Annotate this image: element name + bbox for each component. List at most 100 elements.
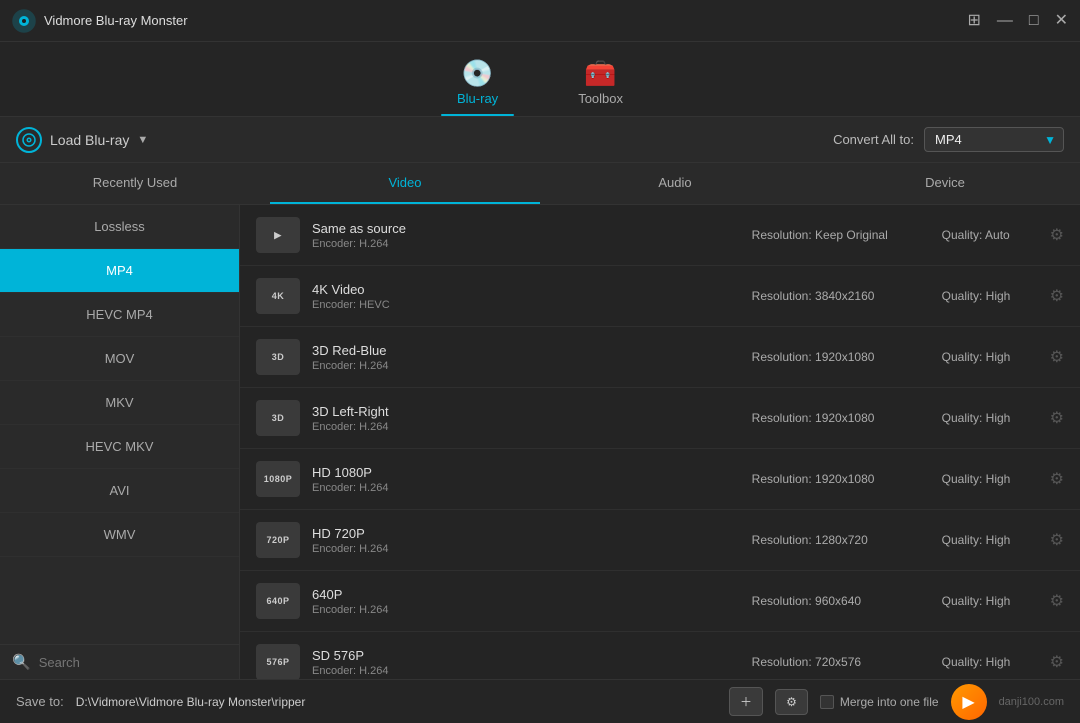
format-settings-icon-hd-1080p[interactable]: ⚙: [1050, 469, 1064, 489]
format-info-4k-video: 4K Video Encoder: HEVC: [312, 282, 752, 311]
format-name-hd-720p: HD 720P: [312, 526, 752, 541]
format-encoder-4k-video: Encoder: HEVC: [312, 299, 752, 311]
format-tab-recently-used[interactable]: Recently Used: [0, 163, 270, 204]
nav-bar: 💿 Blu-ray 🧰 Toolbox: [0, 42, 1080, 117]
codec-item-mp4[interactable]: MP4: [0, 249, 239, 293]
app-title: Vidmore Blu-ray Monster: [44, 13, 968, 28]
format-badge-same-as-source: ▶: [256, 217, 300, 253]
format-quality-640p: Quality: High: [942, 594, 1042, 608]
format-encoder-sd-576p: Encoder: H.264: [312, 665, 752, 677]
convert-all-section: Convert All to: MP4 MKV MOV AVI ▼: [833, 127, 1064, 152]
main-content: Recently UsedVideoAudioDevice LosslessMP…: [0, 163, 1080, 679]
format-panel: Recently UsedVideoAudioDevice LosslessMP…: [0, 163, 1080, 679]
format-quality-4k-video: Quality: High: [942, 289, 1042, 303]
codec-item-lossless[interactable]: Lossless: [0, 205, 239, 249]
format-name-hd-1080p: HD 1080P: [312, 465, 752, 480]
format-name-3d-left-right: 3D Left-Right: [312, 404, 752, 419]
codec-item-wmv[interactable]: WMV: [0, 513, 239, 557]
app-logo: [12, 9, 36, 33]
format-list: ▶ Same as source Encoder: H.264 Resoluti…: [240, 205, 1080, 679]
format-info-same-as-source: Same as source Encoder: H.264: [312, 221, 752, 250]
format-info-hd-1080p: HD 1080P Encoder: H.264: [312, 465, 752, 494]
codec-item-hevc-mp4[interactable]: HEVC MP4: [0, 293, 239, 337]
format-item-hd-1080p[interactable]: 1080P HD 1080P Encoder: H.264 Resolution…: [240, 449, 1080, 510]
watermark: danji100.com: [999, 696, 1064, 708]
format-quality-3d-red-blue: Quality: High: [942, 350, 1042, 364]
format-badge-sd-576p: 576P: [256, 644, 300, 679]
load-bluray-dropdown-icon: ▼: [137, 134, 148, 146]
add-button[interactable]: ＋: [729, 687, 763, 716]
format-badge-3d-red-blue: 3D: [256, 339, 300, 375]
format-name-4k-video: 4K Video: [312, 282, 752, 297]
format-encoder-hd-720p: Encoder: H.264: [312, 543, 752, 555]
format-quality-sd-576p: Quality: High: [942, 655, 1042, 669]
format-tab-audio[interactable]: Audio: [540, 163, 810, 204]
search-icon: 🔍: [12, 653, 31, 671]
format-tab-device[interactable]: Device: [810, 163, 1080, 204]
toolbox-nav-icon: 🧰: [584, 58, 616, 89]
format-item-hd-720p[interactable]: 720P HD 720P Encoder: H.264 Resolution: …: [240, 510, 1080, 571]
minimize-button[interactable]: —: [997, 13, 1013, 29]
format-name-3d-red-blue: 3D Red-Blue: [312, 343, 752, 358]
format-item-same-as-source[interactable]: ▶ Same as source Encoder: H.264 Resoluti…: [240, 205, 1080, 266]
save-to-path: D:\Vidmore\Vidmore Blu-ray Monster\rippe…: [76, 695, 717, 709]
format-item-640p[interactable]: 640P 640P Encoder: H.264 Resolution: 960…: [240, 571, 1080, 632]
menu-button[interactable]: ⊞: [968, 13, 981, 29]
save-to-label: Save to:: [16, 694, 64, 709]
codec-list: LosslessMP4HEVC MP4MOVMKVHEVC MKVAVIWMV …: [0, 205, 240, 679]
format-badge-hd-1080p: 1080P: [256, 461, 300, 497]
format-select[interactable]: MP4 MKV MOV AVI: [924, 127, 1064, 152]
bluray-nav-label: Blu-ray: [457, 91, 498, 106]
format-settings-icon-same-as-source[interactable]: ⚙: [1050, 225, 1064, 245]
format-resolution-sd-576p: Resolution: 720x576: [752, 655, 912, 669]
format-tabs: Recently UsedVideoAudioDevice: [0, 163, 1080, 205]
bottom-bar: Save to: D:\Vidmore\Vidmore Blu-ray Mons…: [0, 679, 1080, 723]
format-settings-icon-3d-red-blue[interactable]: ⚙: [1050, 347, 1064, 367]
format-settings-icon-4k-video[interactable]: ⚙: [1050, 286, 1064, 306]
format-quality-3d-left-right: Quality: High: [942, 411, 1042, 425]
format-encoder-640p: Encoder: H.264: [312, 604, 752, 616]
format-settings-icon-640p[interactable]: ⚙: [1050, 591, 1064, 611]
format-resolution-same-as-source: Resolution: Keep Original: [752, 228, 912, 242]
merge-checkbox[interactable]: Merge into one file: [820, 695, 939, 709]
format-info-3d-left-right: 3D Left-Right Encoder: H.264: [312, 404, 752, 433]
settings-button[interactable]: ⚙: [775, 689, 808, 715]
format-encoder-3d-left-right: Encoder: H.264: [312, 421, 752, 433]
title-bar: Vidmore Blu-ray Monster ⊞ — □ ✕: [0, 0, 1080, 42]
close-button[interactable]: ✕: [1055, 13, 1068, 29]
format-item-3d-left-right[interactable]: 3D 3D Left-Right Encoder: H.264 Resoluti…: [240, 388, 1080, 449]
format-item-sd-576p[interactable]: 576P SD 576P Encoder: H.264 Resolution: …: [240, 632, 1080, 679]
merge-label: Merge into one file: [840, 695, 939, 709]
format-resolution-4k-video: Resolution: 3840x2160: [752, 289, 912, 303]
format-resolution-hd-720p: Resolution: 1280x720: [752, 533, 912, 547]
codec-item-mkv[interactable]: MKV: [0, 381, 239, 425]
format-quality-same-as-source: Quality: Auto: [942, 228, 1042, 242]
format-name-same-as-source: Same as source: [312, 221, 752, 236]
format-settings-icon-sd-576p[interactable]: ⚙: [1050, 652, 1064, 672]
nav-tab-bluray[interactable]: 💿 Blu-ray: [417, 50, 538, 116]
format-tab-video[interactable]: Video: [270, 163, 540, 204]
format-encoder-same-as-source: Encoder: H.264: [312, 238, 752, 250]
format-settings-icon-hd-720p[interactable]: ⚙: [1050, 530, 1064, 550]
format-name-640p: 640P: [312, 587, 752, 602]
codec-item-mov[interactable]: MOV: [0, 337, 239, 381]
format-encoder-3d-red-blue: Encoder: H.264: [312, 360, 752, 372]
format-item-4k-video[interactable]: 4K 4K Video Encoder: HEVC Resolution: 38…: [240, 266, 1080, 327]
format-item-3d-red-blue[interactable]: 3D 3D Red-Blue Encoder: H.264 Resolution…: [240, 327, 1080, 388]
format-info-640p: 640P Encoder: H.264: [312, 587, 752, 616]
nav-tab-toolbox[interactable]: 🧰 Toolbox: [538, 50, 663, 116]
format-quality-hd-720p: Quality: High: [942, 533, 1042, 547]
convert-button[interactable]: ▶: [951, 684, 987, 720]
format-settings-icon-3d-left-right[interactable]: ⚙: [1050, 408, 1064, 428]
merge-checkbox-box: [820, 695, 834, 709]
load-bluray-button[interactable]: Load Blu-ray ▼: [16, 127, 148, 153]
codec-item-avi[interactable]: AVI: [0, 469, 239, 513]
codec-item-hevc-mkv[interactable]: HEVC MKV: [0, 425, 239, 469]
format-info-3d-red-blue: 3D Red-Blue Encoder: H.264: [312, 343, 752, 372]
format-resolution-hd-1080p: Resolution: 1920x1080: [752, 472, 912, 486]
format-quality-hd-1080p: Quality: High: [942, 472, 1042, 486]
toolbar: Load Blu-ray ▼ Convert All to: MP4 MKV M…: [0, 117, 1080, 163]
format-selector[interactable]: MP4 MKV MOV AVI ▼: [924, 127, 1064, 152]
maximize-button[interactable]: □: [1029, 13, 1039, 29]
search-input[interactable]: [39, 655, 227, 670]
